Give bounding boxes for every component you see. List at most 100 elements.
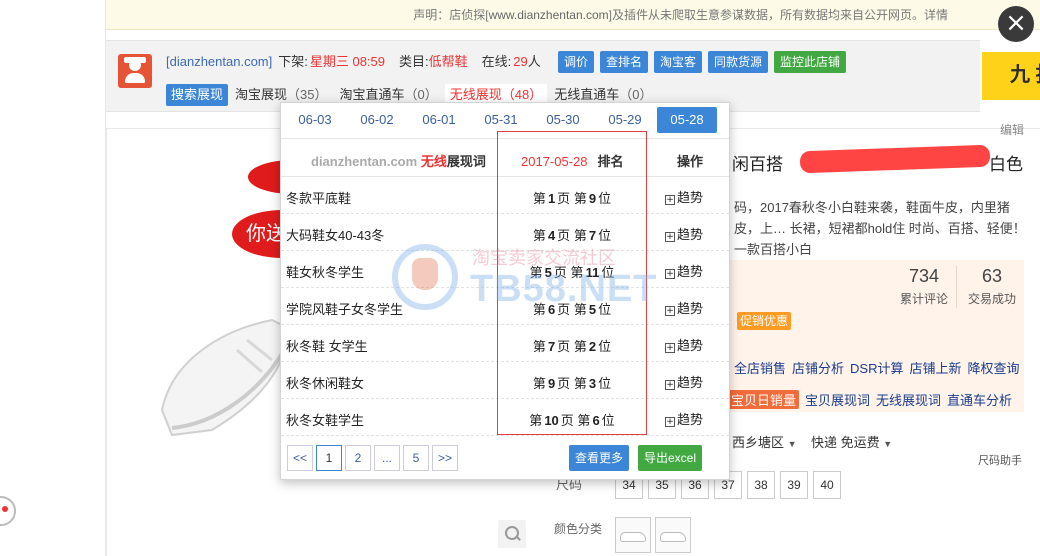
size-helper-link[interactable]: 尺码助手 — [978, 452, 1022, 468]
rank-di: 第 — [577, 413, 591, 428]
link-shop-sales[interactable]: 全店销售 — [734, 361, 786, 376]
page-2[interactable]: 2 — [345, 445, 371, 471]
check-rank-button[interactable]: 查排名 — [600, 51, 649, 73]
stat-divider — [956, 266, 957, 308]
link-item-words[interactable]: 宝贝展现词 — [805, 393, 870, 408]
rank-di: 第 — [529, 413, 543, 428]
link-daily-sales[interactable]: 宝贝日销量 — [728, 390, 800, 409]
row-keyword[interactable]: 大码鞋女40-43冬 — [286, 225, 384, 244]
trend-button[interactable]: + 趋势 — [665, 224, 703, 243]
monitor-shop-button[interactable]: 监控此店铺 — [774, 51, 847, 73]
ad-banner[interactable]: 九 折 — [982, 52, 1040, 100]
page-ellipsis[interactable]: ... — [374, 445, 400, 471]
page-first[interactable]: << — [287, 445, 313, 471]
row-keyword[interactable]: 秋冬鞋 女学生 — [286, 336, 368, 355]
tab-count: （48） — [501, 87, 543, 102]
table-row: 冬款平底鞋 第 1 页 第 9 位 + 趋势 — [281, 177, 729, 214]
trend-button[interactable]: + 趋势 — [665, 298, 703, 317]
trend-button[interactable]: + 趋势 — [665, 187, 703, 206]
row-keyword[interactable]: 学院风鞋子女冬学生 — [286, 299, 403, 318]
size-option[interactable]: 40 — [813, 471, 841, 499]
rank-di: 第 — [532, 191, 546, 206]
view-more-button[interactable]: 查看更多 — [569, 445, 630, 471]
tab-search-display[interactable]: 搜索展现 — [166, 84, 229, 106]
expand-plus-icon: + — [665, 232, 675, 242]
date-tab-active[interactable]: 05-28 — [657, 107, 717, 133]
date-tab[interactable]: 06-03 — [285, 107, 345, 133]
link-weight-check[interactable]: 降权查询 — [968, 361, 1020, 376]
keyword-table: 冬款平底鞋第 1 页 第 9 位 + 趋势 大码鞋女40-43冬第 4 页 第 7 位 + 趋势 鞋女秋冬学… — [281, 177, 729, 436]
pagination: << 1 2... 5 >> — [287, 445, 461, 471]
page-5[interactable]: 5 — [403, 445, 429, 471]
expand-plus-icon: + — [665, 195, 675, 205]
ad-text: 九 折 — [1010, 64, 1040, 86]
date-tab[interactable]: 05-29 — [595, 107, 655, 133]
rank-page: 10 — [544, 413, 559, 428]
table-row: 鞋女秋冬学生第 5 页 第 11 位 + 趋势 — [281, 251, 729, 288]
row-rank: 第4页 第7位 — [497, 225, 647, 244]
row-keyword[interactable]: 鞋女秋冬学生 — [286, 262, 364, 281]
site-link[interactable]: [dianzhentan.com] — [166, 54, 272, 69]
date-tab[interactable]: 05-30 — [533, 107, 593, 133]
disclaimer-detail-link[interactable]: 详情 — [924, 8, 948, 22]
row-rank: 第9页 第3位 — [497, 373, 647, 392]
export-excel-button[interactable]: 导出excel — [638, 445, 703, 471]
size-option[interactable]: 39 — [780, 471, 808, 499]
tab-count: （0） — [619, 87, 653, 102]
same-source-button[interactable]: 同款货源 — [708, 51, 769, 73]
page-last[interactable]: >> — [432, 445, 458, 471]
rank-page: 6 — [547, 302, 556, 317]
row-keyword[interactable]: 秋冬女鞋学生 — [286, 410, 364, 429]
chevron-down-icon: ▼ — [787, 439, 797, 449]
rank-wei: 位 — [601, 413, 615, 428]
stat-reviews: 734 累计评论 — [896, 266, 952, 307]
detective-logo-icon[interactable] — [118, 54, 152, 88]
ship-from[interactable]: 西乡塘区 — [732, 435, 784, 450]
edit-link[interactable]: 编辑 — [1000, 121, 1024, 138]
link-shop-new[interactable]: 店铺上新 — [909, 361, 961, 376]
taobaoke-button[interactable]: 淘宝客 — [654, 51, 703, 73]
tab-label: 无线直通车 — [554, 87, 620, 102]
rank-page: 1 — [547, 191, 556, 206]
expand-plus-icon: + — [665, 306, 675, 316]
row-keyword[interactable]: 冬款平底鞋 — [286, 188, 351, 207]
header-word: 展现词 — [446, 154, 486, 169]
link-wireless-words[interactable]: 无线展现词 — [876, 393, 941, 408]
trend-label: 趋势 — [677, 301, 704, 316]
color-option-thumb[interactable] — [615, 517, 651, 553]
disclaimer-site-link[interactable]: www.dianzhentan.com — [489, 8, 609, 22]
rank-di: 第 — [532, 376, 546, 391]
size-option[interactable]: 38 — [747, 471, 775, 499]
color-option-thumb[interactable] — [655, 517, 691, 553]
expand-plus-icon: + — [665, 380, 675, 390]
link-ztc-analysis[interactable]: 直通车分析 — [947, 393, 1012, 408]
stat-reviews-label: 累计评论 — [899, 292, 948, 306]
stat-deals-value: 63 — [981, 266, 1003, 286]
promo-badge[interactable]: 促销优惠 — [737, 312, 792, 330]
close-icon[interactable]: × — [998, 6, 1034, 42]
trend-button[interactable]: + 趋势 — [665, 335, 703, 354]
page-1[interactable]: 1 — [316, 445, 342, 471]
trend-button[interactable]: + 趋势 — [665, 372, 703, 391]
link-shop-analysis[interactable]: 店铺分析 — [792, 361, 844, 376]
date-tab[interactable]: 05-31 — [471, 107, 531, 133]
date-tab[interactable]: 06-02 — [347, 107, 407, 133]
rank-ye: 页 — [557, 228, 571, 243]
trend-button[interactable]: + 趋势 — [665, 261, 703, 280]
trend-button[interactable]: + 趋势 — [665, 409, 703, 428]
zoom-search-icon[interactable] — [498, 520, 526, 548]
rank-pos: 3 — [588, 376, 597, 391]
header-keyword: dianzhentan.com 无线展现词 — [311, 151, 486, 170]
rank-pos: 5 — [588, 302, 597, 317]
adjust-price-button[interactable]: 调价 — [558, 51, 595, 73]
rank-di: 第 — [573, 228, 587, 243]
ship-type[interactable]: 快递 免运费 — [811, 435, 880, 450]
row-rank: 第1页 第9位 — [497, 188, 647, 207]
shop-links-row: 全店销售 店铺分析 DSR计算 店铺上新 降权查询 — [734, 358, 1026, 377]
date-tab[interactable]: 06-01 — [409, 107, 469, 133]
link-dsr[interactable]: DSR计算 — [850, 361, 903, 376]
chevron-down-icon: ▼ — [883, 439, 893, 449]
row-keyword[interactable]: 秋冬休闲鞋女 — [286, 373, 364, 392]
category-label: 类目: — [399, 54, 429, 69]
header-date: 2017-05-28 — [521, 154, 588, 169]
